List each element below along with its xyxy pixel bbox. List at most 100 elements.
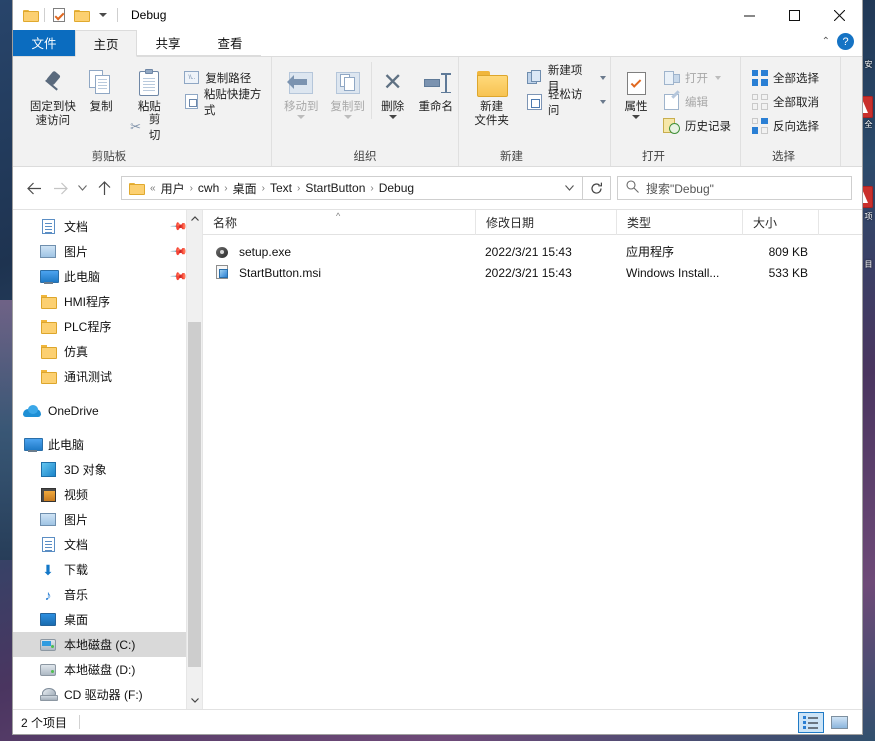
copy-button[interactable]: 复制 bbox=[79, 62, 123, 114]
column-header-name[interactable]: 名称 ^ bbox=[203, 210, 475, 235]
sidebar-item-cd-drive-f[interactable]: CD 驱动器 (F:) bbox=[13, 682, 202, 707]
new-folder-button[interactable]: 新建 文件夹 bbox=[465, 62, 518, 128]
onedrive-icon bbox=[23, 404, 41, 417]
qat-properties-button[interactable] bbox=[48, 4, 70, 26]
forward-button[interactable] bbox=[47, 175, 73, 201]
column-header-date[interactable]: 修改日期 bbox=[475, 209, 616, 235]
paste-shortcut-button[interactable]: 粘贴快捷方式 bbox=[179, 89, 271, 117]
breadcrumb-item-desktop[interactable]: 桌面 bbox=[229, 180, 261, 197]
file-name-cell[interactable]: setup.exe bbox=[203, 245, 475, 259]
tab-view[interactable]: 查看 bbox=[199, 30, 261, 56]
copy-to-button[interactable]: 复制到 bbox=[324, 62, 370, 119]
file-name-cell[interactable]: StartButton.msi bbox=[203, 265, 475, 280]
ribbon-right-controls: ⌃ ? bbox=[822, 33, 854, 50]
table-row[interactable]: setup.exe 2022/3/21 15:43 应用程序 809 KB bbox=[203, 241, 862, 262]
back-button[interactable] bbox=[21, 175, 47, 201]
history-button[interactable]: 历史记录 bbox=[659, 115, 735, 136]
invert-selection-label: 反向选择 bbox=[773, 120, 819, 133]
properties-button[interactable]: 属性 bbox=[615, 62, 657, 119]
sidebar-item-onedrive[interactable]: OneDrive bbox=[13, 398, 202, 423]
sidebar-item-label: 本地磁盘 (D:) bbox=[64, 663, 136, 677]
maximize-button[interactable] bbox=[772, 0, 817, 30]
scrollbar-thumb[interactable] bbox=[188, 322, 201, 667]
sidebar-item-label: 通讯测试 bbox=[64, 370, 113, 384]
open-icon bbox=[663, 69, 680, 86]
sidebar-item-3d-objects[interactable]: 3D 对象 bbox=[13, 457, 202, 482]
sidebar-item-documents-quick[interactable]: 文档 📌 bbox=[13, 214, 202, 239]
pin-to-quick-access-button[interactable]: 固定到快 速访问 bbox=[27, 62, 79, 128]
cut-button[interactable]: ✂ 剪切 bbox=[123, 114, 175, 142]
tab-home[interactable]: 主页 bbox=[75, 30, 137, 57]
select-all-button[interactable]: 全部选择 bbox=[747, 67, 823, 88]
qat-customize-button[interactable] bbox=[92, 4, 114, 26]
minimize-button[interactable] bbox=[727, 0, 772, 30]
qat-new-folder-button[interactable] bbox=[70, 4, 92, 26]
move-to-button[interactable]: 移动到 bbox=[278, 62, 324, 119]
up-button[interactable] bbox=[91, 175, 117, 201]
open-button[interactable]: 打开 bbox=[659, 67, 735, 88]
search-box[interactable]: 搜索"Debug" bbox=[617, 176, 852, 200]
rename-button[interactable]: 重命名 bbox=[413, 62, 458, 114]
sidebar-item-plc[interactable]: PLC程序 bbox=[13, 314, 202, 339]
sidebar-item-local-disk-d[interactable]: 本地磁盘 (D:) bbox=[13, 657, 202, 682]
details-view-button[interactable] bbox=[798, 711, 824, 733]
new-folder-icon bbox=[73, 9, 90, 22]
tab-share[interactable]: 共享 bbox=[137, 30, 199, 56]
sidebar-item-hmi[interactable]: HMI程序 bbox=[13, 289, 202, 314]
delete-label: 删除 bbox=[381, 101, 405, 113]
sidebar-item-simulation[interactable]: 仿真 bbox=[13, 339, 202, 364]
ribbon-group-organize: 移动到 复制到 ✕ 删除 重命名 组织 bbox=[271, 57, 458, 166]
paste-shortcut-label: 粘贴快捷方式 bbox=[203, 88, 262, 117]
table-row[interactable]: StartButton.msi 2022/3/21 15:43 Windows … bbox=[203, 262, 862, 283]
column-header-size[interactable]: 大小 bbox=[742, 209, 818, 235]
sidebar-item-desktop[interactable]: 桌面 bbox=[13, 607, 202, 632]
sidebar-item-label: OneDrive bbox=[48, 403, 99, 418]
sidebar-item-videos[interactable]: 视频 bbox=[13, 482, 202, 507]
invert-selection-button[interactable]: 反向选择 bbox=[747, 115, 823, 136]
easy-access-button[interactable]: 轻松访问 bbox=[522, 89, 610, 117]
sidebar-item-local-disk-c[interactable]: 本地磁盘 (C:) bbox=[13, 632, 202, 657]
select-none-button[interactable]: 全部取消 bbox=[747, 91, 823, 112]
ribbon-group-label-new: 新建 bbox=[500, 151, 523, 163]
breadcrumb-item-cwh[interactable]: cwh bbox=[194, 181, 223, 195]
sidebar-item-music[interactable]: ♪ 音乐 bbox=[13, 582, 202, 607]
sidebar-item-downloads[interactable]: ⬇ 下载 bbox=[13, 557, 202, 582]
sidebar-item-pictures[interactable]: 图片 bbox=[13, 507, 202, 532]
qat-folder-button[interactable] bbox=[19, 4, 41, 26]
ribbon-collapse-button[interactable]: ⌃ bbox=[822, 36, 830, 47]
edit-button[interactable]: 编辑 bbox=[659, 91, 735, 112]
history-label: 历史记录 bbox=[685, 120, 731, 133]
scroll-up-arrow[interactable] bbox=[187, 210, 202, 227]
tiles-view-button[interactable] bbox=[826, 712, 852, 733]
sidebar-item-this-pc-quick[interactable]: 此电脑 📌 bbox=[13, 264, 202, 289]
column-header-name-label: 名称 bbox=[213, 215, 238, 230]
refresh-button[interactable] bbox=[583, 176, 611, 200]
sidebar-item-pictures-quick[interactable]: 图片 📌 bbox=[13, 239, 202, 264]
tab-file[interactable]: 文件 bbox=[13, 30, 75, 56]
breadcrumb-item-debug[interactable]: Debug bbox=[375, 181, 418, 195]
chevron-down-icon bbox=[600, 99, 606, 104]
breadcrumb-item-startbutton[interactable]: StartButton bbox=[301, 181, 369, 195]
paste-button[interactable]: 粘贴 bbox=[123, 62, 175, 114]
select-all-icon bbox=[751, 69, 768, 86]
breadcrumb-root-glyph[interactable]: « bbox=[149, 183, 157, 194]
close-button[interactable] bbox=[817, 0, 862, 30]
recent-locations-button[interactable] bbox=[73, 175, 91, 201]
sidebar-item-documents[interactable]: 文档 bbox=[13, 532, 202, 557]
breadcrumb-item-text[interactable]: Text bbox=[266, 181, 296, 195]
select-none-label: 全部取消 bbox=[773, 96, 819, 109]
file-date-cell: 2022/3/21 15:43 bbox=[485, 244, 572, 259]
column-header-spacer bbox=[818, 209, 862, 235]
sidebar-item-comm-test[interactable]: 通讯测试 bbox=[13, 364, 202, 389]
address-dropdown-button[interactable] bbox=[558, 185, 580, 191]
breadcrumb-item-users[interactable]: 用户 bbox=[157, 180, 189, 197]
delete-button[interactable]: ✕ 删除 bbox=[370, 62, 414, 119]
title-bar[interactable]: Debug bbox=[13, 0, 862, 30]
navigation-scrollbar[interactable] bbox=[186, 210, 202, 709]
sidebar-item-this-pc[interactable]: 此电脑 bbox=[13, 432, 202, 457]
column-header-type[interactable]: 类型 bbox=[616, 209, 742, 235]
address-bar[interactable]: « 用户 › cwh › 桌面 › Text › StartButton › D… bbox=[121, 176, 583, 200]
help-button[interactable]: ? bbox=[837, 33, 854, 50]
scroll-down-arrow[interactable] bbox=[187, 692, 202, 709]
ribbon-group-label-organize: 组织 bbox=[353, 151, 377, 163]
